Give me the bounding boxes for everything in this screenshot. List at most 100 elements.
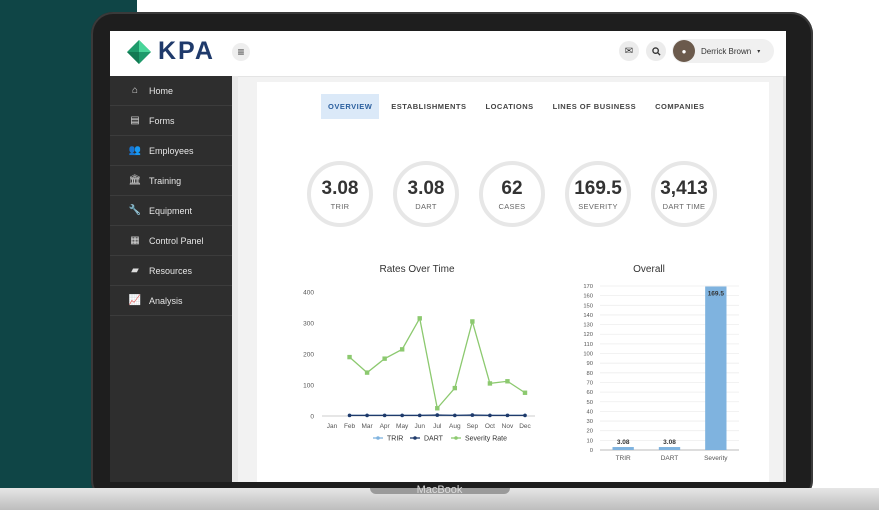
y-tick-label: 140 xyxy=(583,313,593,319)
tab-overview[interactable]: OVERVIEW xyxy=(321,94,380,119)
metric-value: 62 xyxy=(501,178,523,199)
data-point xyxy=(417,413,422,418)
training-icon: 🏛 xyxy=(128,175,142,186)
y-tick-label: 130 xyxy=(583,323,593,329)
sidebar-item-employees[interactable]: 👥 Employees xyxy=(110,136,232,166)
y-tick-label: 50 xyxy=(587,400,593,406)
sidebar-item-label: Home xyxy=(149,85,174,96)
metric-value: 169.5 xyxy=(574,178,622,199)
home-icon: ⌂ xyxy=(131,85,139,96)
content-scrollbar[interactable] xyxy=(783,76,786,482)
tab-lines-of-business[interactable]: LINES OF BUSINESS xyxy=(546,94,644,119)
rates-over-time-chart: 0 100 200 300 400 Jan Feb Mar Apr May Jun Jul Aug Sep… xyxy=(303,290,535,443)
y-tick-label: 100 xyxy=(583,352,593,358)
employees-icon: 👥 xyxy=(128,145,142,156)
line-chart-title: Rates Over Time xyxy=(379,264,455,275)
metric-label: CASES xyxy=(498,202,526,211)
x-tick-label: Sep xyxy=(467,423,479,430)
sidebar-item-label: Equipment xyxy=(149,205,193,216)
user-name: Derrick Brown xyxy=(701,46,752,56)
overall-bar-chart: 0 10 20 30 40 50 60 70 80 90 100 110 120 130 140 150 160… xyxy=(583,284,739,462)
x-tick-label: Mar xyxy=(361,423,373,430)
data-point xyxy=(522,390,528,395)
data-point xyxy=(382,356,387,361)
data-point xyxy=(453,413,457,418)
data-point xyxy=(505,413,510,418)
sidebar-item-analysis[interactable]: 📈 Analysis xyxy=(110,286,232,316)
mail-icon[interactable]: ✉ xyxy=(619,41,639,61)
data-point xyxy=(400,413,404,418)
sidebar-item-control-panel[interactable]: ▦ Control Panel xyxy=(110,226,232,256)
sidebar-item-forms[interactable]: ▤ Forms xyxy=(110,106,232,136)
sidebar-item-equipment[interactable]: 🔧 Equipment xyxy=(110,196,232,226)
y-tick-label: 0 xyxy=(590,448,593,454)
x-tick-label: Jun xyxy=(414,423,425,430)
sidebar-scrollbar[interactable] xyxy=(232,76,238,482)
tab-establishments[interactable]: ESTABLISHMENTS xyxy=(384,94,473,119)
app-screen: KPA ≡ ✉ ● Derrick Brown ▾ ⌂ Home ▤ Forms… xyxy=(110,31,786,482)
x-tick-label: Severity xyxy=(704,455,728,462)
x-tick-label: Dec xyxy=(519,423,531,430)
data-label: 169.5 xyxy=(708,290,725,297)
legend-marker xyxy=(454,436,458,440)
sidebar-item-label: Forms xyxy=(149,115,175,126)
data-point xyxy=(435,406,440,411)
top-bar: KPA ≡ ✉ ● Derrick Brown ▾ xyxy=(110,31,786,77)
device-label: MacBook xyxy=(416,484,463,496)
sidebar-item-resources[interactable]: ▰ Resources xyxy=(110,256,232,286)
legend-marker xyxy=(376,436,380,440)
data-point xyxy=(487,381,493,386)
data-point xyxy=(470,413,475,417)
data-point xyxy=(505,379,510,384)
metric-severity: 169.5 SEVERITY xyxy=(565,161,631,227)
y-tick-label: 0 xyxy=(310,414,314,421)
sidebar-item-label: Training xyxy=(149,175,182,186)
hamburger-icon[interactable]: ≡ xyxy=(232,43,250,61)
y-tick-label: 30 xyxy=(587,419,593,425)
sidebar-item-training[interactable]: 🏛 Training xyxy=(110,166,232,196)
avatar: ● xyxy=(673,40,695,62)
metric-label: DART xyxy=(415,202,437,211)
x-tick-label: Nov xyxy=(502,423,514,430)
sidebar-item-label: Control Panel xyxy=(149,235,204,246)
wrench-icon: 🔧 xyxy=(128,205,142,216)
data-point xyxy=(364,370,370,375)
tab-bar: OVERVIEW ESTABLISHMENTS LOCATIONS LINES … xyxy=(321,94,717,119)
user-menu[interactable]: ● Derrick Brown ▾ xyxy=(672,39,774,63)
forms-icon: ▤ xyxy=(130,115,140,126)
y-tick-label: 200 xyxy=(303,352,314,359)
y-tick-label: 400 xyxy=(303,290,314,297)
tab-locations[interactable]: LOCATIONS xyxy=(479,94,541,119)
tab-companies[interactable]: COMPANIES xyxy=(648,94,711,119)
metric-cases: 62 CASES xyxy=(479,161,545,227)
data-point xyxy=(452,385,458,391)
bar-trir xyxy=(612,447,634,450)
y-tick-label: 160 xyxy=(583,294,593,300)
y-tick-label: 60 xyxy=(587,390,593,396)
data-label: 3.08 xyxy=(663,439,676,446)
data-point xyxy=(470,319,475,324)
y-tick-label: 120 xyxy=(583,332,593,338)
chart-icon: 📈 xyxy=(128,295,142,306)
y-tick-label: 20 xyxy=(587,429,593,435)
metric-dart: 3.08 DART xyxy=(393,161,459,227)
data-point xyxy=(523,413,527,418)
y-tick-label: 80 xyxy=(587,371,593,377)
bar-chart-title: Overall xyxy=(633,264,665,275)
metric-label: SEVERITY xyxy=(578,202,618,211)
data-label: 3.08 xyxy=(617,439,630,446)
legend-label-trir: TRIR xyxy=(387,436,403,443)
metric-label: DART TIME xyxy=(662,202,706,211)
data-point xyxy=(399,347,405,352)
x-tick-label: Apr xyxy=(380,423,391,430)
logo-text: KPA xyxy=(158,37,215,65)
x-tick-label: May xyxy=(396,423,409,430)
legend-label-severity-rate: Severity Rate xyxy=(465,436,507,443)
logo[interactable]: KPA xyxy=(126,37,215,66)
x-tick-label: Oct xyxy=(485,423,495,430)
y-tick-label: 300 xyxy=(303,321,314,328)
sidebar-item-home[interactable]: ⌂ Home xyxy=(110,76,232,106)
y-tick-label: 110 xyxy=(584,342,593,348)
data-point xyxy=(347,354,352,360)
search-icon[interactable] xyxy=(646,41,666,61)
